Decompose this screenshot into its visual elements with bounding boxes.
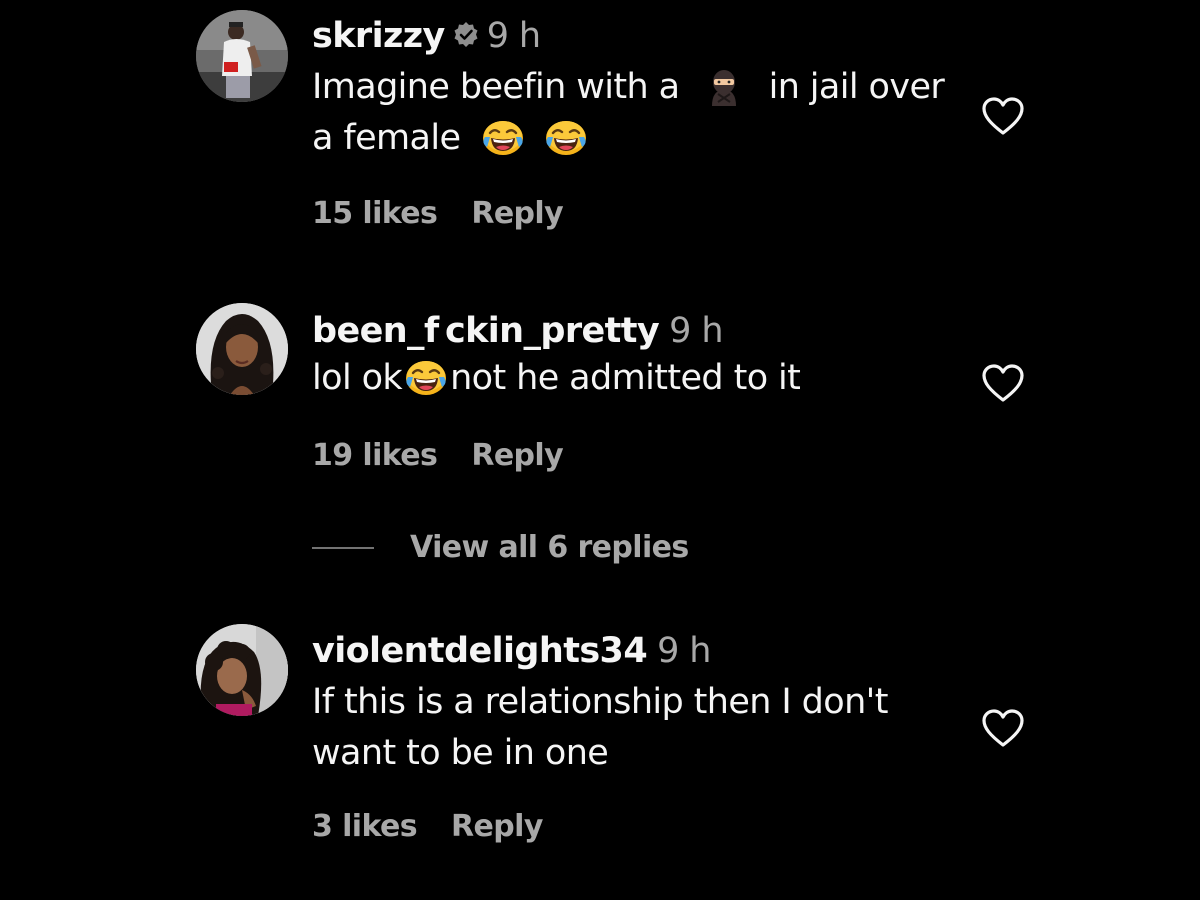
- comment-text: If this is a relationship then I don't w…: [312, 677, 972, 779]
- comment-header: skrizzy 9 h: [312, 14, 972, 58]
- comment-header: been_f ckin_pretty 9 h: [312, 309, 972, 353]
- username[interactable]: skrizzy: [312, 16, 445, 56]
- comment-time: 9 h: [669, 311, 723, 351]
- comment-actions: 19 likes Reply: [312, 436, 564, 476]
- view-all-replies-button[interactable]: View all 6 replies: [312, 530, 689, 574]
- likes-count[interactable]: 19 likes: [312, 438, 438, 473]
- comment-time: 9 h: [486, 16, 541, 56]
- user-photo-been-pretty: [196, 303, 288, 395]
- user-photo-violentdelights34: [196, 624, 288, 716]
- username[interactable]: violentdelights34: [312, 631, 648, 671]
- comment-header: violentdelights34 9 h: [312, 629, 972, 673]
- comment-text-line: want to be in one: [312, 733, 609, 773]
- face-with-tears-of-joy-emoji: [544, 117, 588, 157]
- avatar[interactable]: [196, 303, 288, 395]
- comment-text-part: a female: [312, 118, 461, 158]
- like-heart-icon[interactable]: [980, 707, 1026, 749]
- verified-badge-icon: [454, 22, 478, 47]
- reply-button[interactable]: Reply: [471, 438, 563, 473]
- avatar[interactable]: [196, 10, 288, 102]
- replies-divider-line: [312, 546, 374, 549]
- view-replies-label[interactable]: View all 6 replies: [410, 530, 689, 565]
- comment-text-part: in jail over: [768, 67, 945, 107]
- reply-button[interactable]: Reply: [451, 809, 543, 844]
- avatar[interactable]: [196, 624, 288, 716]
- comment-text: Imagine beefin with a in jail over a fem…: [312, 62, 972, 164]
- comment-text-line: If this is a relationship then I don't: [312, 682, 888, 722]
- ninja-emoji: [712, 70, 737, 106]
- face-with-tears-of-joy-emoji: [481, 117, 525, 157]
- comment-time: 9 h: [657, 631, 711, 671]
- face-with-tears-of-joy-emoji: [404, 357, 448, 397]
- username[interactable]: been_f ckin_pretty: [312, 311, 660, 351]
- likes-count[interactable]: 15 likes: [312, 196, 438, 231]
- comment-actions: 15 likes Reply: [312, 194, 564, 234]
- comment-text-part: lol ok: [312, 358, 403, 398]
- comment-text-part: Imagine beefin with a: [312, 67, 680, 107]
- user-photo-skrizzy: [196, 10, 288, 102]
- comment-actions: 3 likes Reply: [312, 807, 543, 847]
- like-heart-icon[interactable]: [980, 362, 1026, 404]
- likes-count[interactable]: 3 likes: [312, 809, 418, 844]
- comment-text-part: not he admitted to it: [450, 358, 801, 398]
- like-heart-icon[interactable]: [980, 95, 1026, 137]
- comment-text: lol ok not he admitted to it: [312, 353, 972, 404]
- reply-button[interactable]: Reply: [471, 196, 563, 231]
